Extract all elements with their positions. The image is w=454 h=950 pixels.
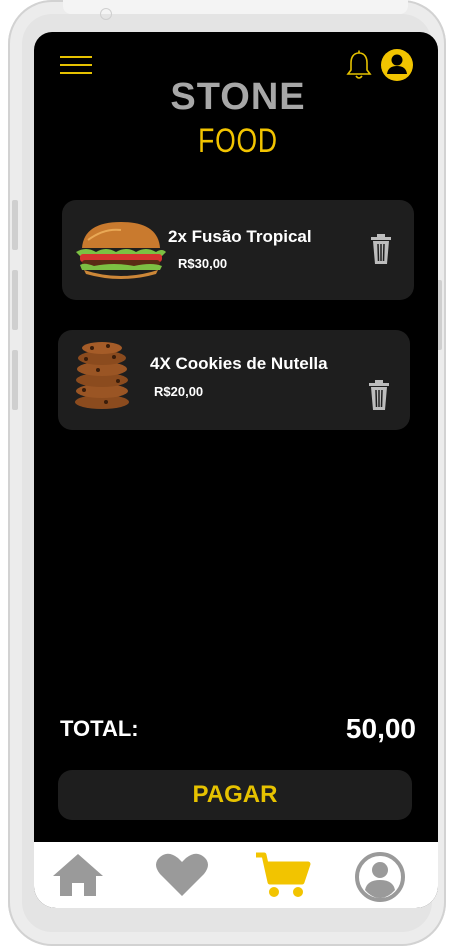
phone-notch <box>63 0 408 14</box>
cart-item-name: 4X Cookies de Nutella <box>150 354 328 373</box>
total-value: 50,00 <box>345 713 416 744</box>
user-profile-icon[interactable] <box>380 48 414 82</box>
nav-profile[interactable] <box>352 852 408 902</box>
camera-icon <box>100 8 112 20</box>
brand-name-line1: STONE <box>170 76 306 118</box>
profile-icon <box>355 852 405 902</box>
heart-icon <box>156 853 208 896</box>
nav-home[interactable] <box>50 852 106 902</box>
trash-icon[interactable] <box>370 234 392 264</box>
burger-image <box>76 222 166 279</box>
nav-favorites[interactable] <box>154 852 210 902</box>
cart-icon <box>256 852 311 897</box>
cart-item: 4X Cookies de Nutella R$20,00 <box>58 330 410 430</box>
mute-button <box>12 350 18 410</box>
menu-icon[interactable] <box>60 56 92 74</box>
nav-cart[interactable] <box>254 852 311 902</box>
volume-up-button <box>12 200 18 250</box>
home-icon <box>53 854 103 896</box>
total-label: TOTAL: <box>60 716 139 741</box>
pay-button[interactable]: PAGAR <box>58 770 412 820</box>
cart-item-price: R$20,00 <box>154 384 204 399</box>
cart-item-name: 2x Fusão Tropical <box>168 227 312 246</box>
volume-down-button <box>12 270 18 330</box>
app-screen: STONE FOOD 2x Fusão Tropical R$30,00 4X … <box>34 32 438 908</box>
bottom-nav <box>34 842 438 908</box>
cart-item: 2x Fusão Tropical R$30,00 <box>62 200 414 300</box>
brand-name-line2: FOOD <box>198 122 278 160</box>
bell-icon[interactable] <box>346 50 372 80</box>
phone-frame: STONE FOOD 2x Fusão Tropical R$30,00 4X … <box>8 0 446 946</box>
trash-icon[interactable] <box>368 380 390 410</box>
cart-item-price: R$30,00 <box>178 256 228 271</box>
cookies-image <box>75 342 129 409</box>
